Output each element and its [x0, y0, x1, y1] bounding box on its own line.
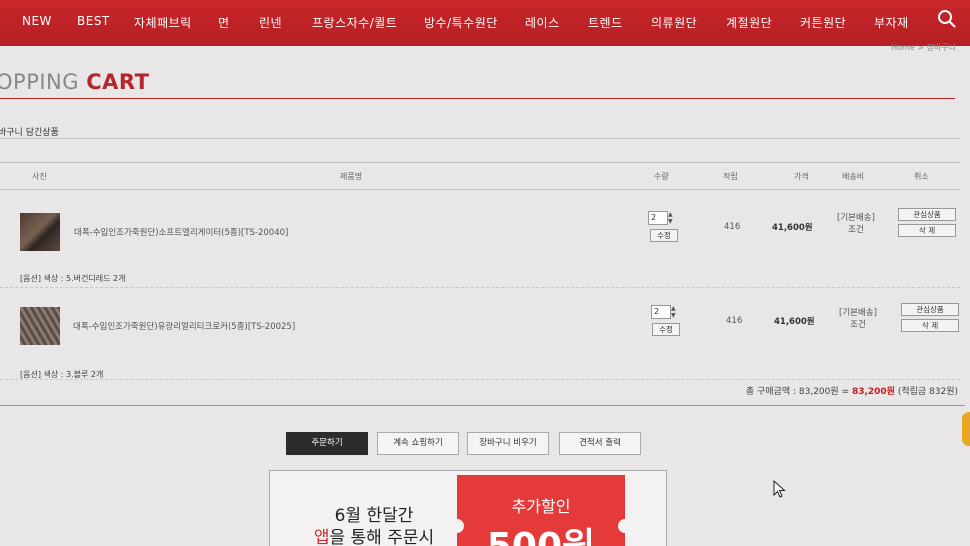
coupon-label: 추가할인: [511, 497, 571, 516]
continue-shopping-button[interactable]: 계속 쇼핑하기: [377, 432, 459, 455]
header-shipping: 배송비: [842, 172, 865, 181]
nav-item-new[interactable]: NEW: [22, 14, 52, 28]
total-amount: 83,200원: [851, 387, 895, 397]
quantity-stepper-icon[interactable]: ▲ ▼: [671, 305, 679, 319]
banner-text: 6월 한달간 앱을 통해 주문시: [294, 505, 454, 546]
total-points: (적립금 832원): [894, 387, 958, 397]
price-value: 41,600원: [772, 223, 813, 233]
nav-item-curtain[interactable]: 커튼원단: [800, 14, 846, 31]
floating-side-button[interactable]: [962, 412, 970, 446]
nav-item-lace[interactable]: 레이스: [525, 14, 560, 31]
section-divider: [0, 138, 960, 139]
product-option: [옵션] 색상 : 5.버건디레드 2개: [20, 274, 126, 283]
coupon-amount: 500원: [457, 517, 625, 546]
nav-item-clothing[interactable]: 의류원단: [651, 14, 697, 31]
page-title-part1: OPPING: [0, 70, 80, 94]
cart-table-header: 사진 제품명 수량 적립 가격 배송비 취소: [0, 162, 960, 190]
total-divider: [0, 405, 965, 406]
app-promo-banner[interactable]: 6월 한달간 앱을 통해 주문시 추가할인 500원: [269, 470, 667, 546]
nav-item-own-fabric[interactable]: 자체패브릭: [134, 14, 192, 31]
nav-item-cotton[interactable]: 면: [218, 14, 230, 31]
empty-cart-button[interactable]: 장바구니 비우기: [467, 432, 549, 455]
shipping-info: [기본배송] 조건: [836, 307, 880, 331]
row-divider: [0, 287, 960, 288]
section-label: 바구니 담긴상품: [0, 128, 59, 138]
points-value: 416: [724, 222, 741, 232]
header-qty: 수량: [654, 172, 669, 181]
top-navigation: NEW BEST 자체패브릭 면 린넨 프랑스자수/퀼트 방수/특수원단 레이스…: [0, 0, 970, 46]
points-value: 416: [726, 316, 743, 326]
search-icon[interactable]: [937, 9, 957, 29]
nav-item-embroidery[interactable]: 프랑스자수/퀼트: [312, 14, 397, 31]
delete-button[interactable]: 삭 제: [901, 319, 959, 332]
header-points: 적립: [723, 172, 738, 181]
nav-item-linen[interactable]: 린넨: [259, 14, 282, 31]
row-divider: [0, 379, 960, 380]
nav-item-seasonal[interactable]: 계절원단: [726, 14, 772, 31]
header-photo: 사진: [32, 172, 47, 181]
order-total: 총 구매금액 : 83,200원 = 83,200원 (적립금 832원): [746, 384, 958, 397]
delete-button[interactable]: 삭 제: [898, 224, 956, 237]
banner-highlight: 앱: [313, 528, 330, 546]
header-name: 제품명: [340, 172, 363, 181]
print-estimate-button[interactable]: 견적서 출력: [559, 432, 641, 455]
price-value: 41,600원: [774, 317, 815, 327]
banner-line1: 6월 한달간: [334, 506, 414, 526]
product-thumbnail[interactable]: [20, 213, 60, 251]
wishlist-button[interactable]: 관심상품: [898, 208, 956, 221]
breadcrumb[interactable]: Home > 장바구니: [891, 42, 956, 53]
quantity-stepper-icon[interactable]: ▲ ▼: [668, 211, 676, 225]
product-name-link[interactable]: 대폭-수입인조가죽원단)유광리얼리티크로커(5종)[TS-20025]: [73, 320, 295, 332]
header-price: 가격: [794, 172, 809, 181]
shipping-condition: 조건: [850, 320, 866, 330]
order-button[interactable]: 주문하기: [286, 432, 368, 455]
nav-item-trend[interactable]: 트렌드: [588, 14, 623, 31]
wishlist-button[interactable]: 관심상품: [901, 303, 959, 316]
banner-line2: 을 통해 주문시: [329, 528, 435, 546]
page-title-part2: CART: [86, 70, 150, 94]
product-name-link[interactable]: 대폭-수입인조가죽원단)소프트엘리게이터(5종)[TS-20040]: [74, 226, 288, 238]
discount-coupon: 추가할인 500원: [450, 475, 632, 546]
nav-item-waterproof[interactable]: 방수/특수원단: [424, 14, 498, 31]
shipping-info: [기본배송] 조건: [834, 212, 878, 236]
edit-quantity-button[interactable]: 수정: [650, 229, 678, 242]
total-prefix: 총 구매금액 : 83,200원 =: [745, 387, 852, 397]
product-thumbnail[interactable]: [20, 307, 60, 345]
shipping-type: [기본배송]: [839, 308, 877, 318]
nav-item-best[interactable]: BEST: [77, 14, 110, 28]
quantity-input[interactable]: 2: [651, 305, 671, 319]
shipping-condition: 조건: [848, 225, 864, 235]
title-divider: [0, 98, 955, 99]
mouse-cursor-icon: [773, 480, 786, 498]
shipping-type: [기본배송]: [837, 213, 875, 223]
nav-item-notions[interactable]: 부자재: [874, 14, 909, 31]
page-title: OPPING CART: [0, 70, 149, 94]
edit-quantity-button[interactable]: 수정: [652, 323, 680, 336]
header-cancel: 취소: [914, 172, 929, 181]
quantity-input[interactable]: 2: [648, 211, 668, 225]
